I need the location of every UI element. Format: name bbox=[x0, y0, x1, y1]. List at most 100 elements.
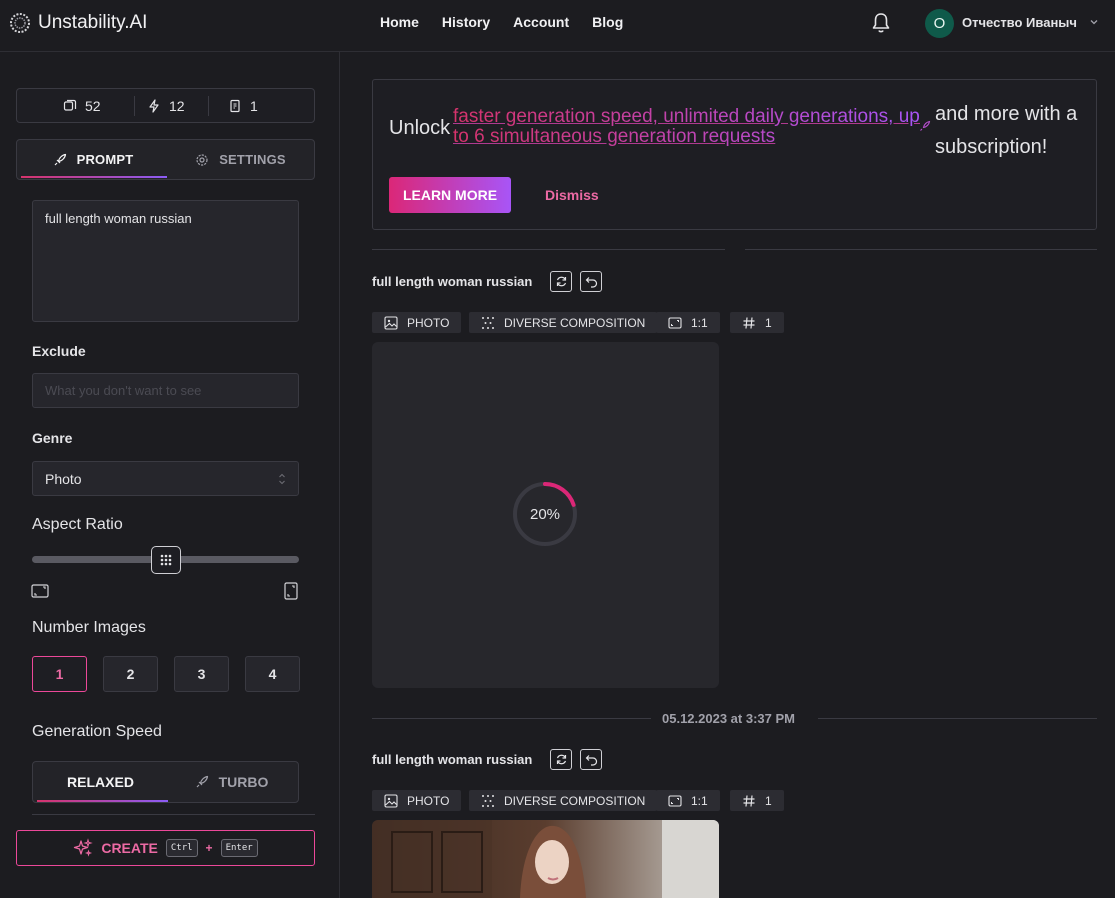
refresh-icon bbox=[556, 754, 566, 765]
speed-relaxed-label: RELAXED bbox=[67, 774, 134, 790]
logo[interactable]: Unstability.AI bbox=[8, 11, 147, 35]
stat-fast-value: 12 bbox=[169, 98, 185, 114]
prompt-textarea[interactable]: full length woman russian bbox=[32, 200, 299, 322]
speed-relaxed-option[interactable]: RELAXED bbox=[35, 762, 166, 802]
tag-style-label: DIVERSE COMPOSITION bbox=[504, 315, 646, 330]
tag-count: 1 bbox=[730, 312, 784, 333]
drag-handle-icon bbox=[160, 554, 172, 566]
stat-images: 52 bbox=[63, 98, 101, 114]
generation-speed-label: Generation Speed bbox=[32, 723, 162, 740]
regenerate-button[interactable] bbox=[550, 749, 572, 770]
number-option-2[interactable]: 2 bbox=[103, 656, 158, 692]
chevron-down-icon[interactable] bbox=[1089, 17, 1099, 27]
generation-title: full length woman russian bbox=[372, 274, 533, 289]
tag-count: 1 bbox=[730, 790, 784, 811]
notifications-bell-icon[interactable] bbox=[871, 12, 891, 34]
genre-value: Photo bbox=[45, 471, 82, 487]
scatter-dots-icon bbox=[482, 794, 494, 807]
aspect-ratio-thumb[interactable] bbox=[151, 546, 181, 574]
stat-slots: 1 bbox=[228, 98, 258, 114]
regenerate-button[interactable] bbox=[550, 271, 572, 292]
nav-account[interactable]: Account bbox=[513, 14, 569, 30]
nav-home[interactable]: Home bbox=[380, 14, 419, 30]
gear-icon bbox=[196, 153, 208, 166]
rocket-icon bbox=[54, 153, 66, 165]
number-images-label: Number Images bbox=[32, 619, 146, 636]
kbd-plus: + bbox=[205, 841, 213, 855]
aspect-ratio-icon bbox=[668, 794, 682, 807]
refresh-icon bbox=[556, 276, 566, 287]
logo-text: Unstability.AI bbox=[38, 12, 148, 33]
reuse-prompt-button[interactable] bbox=[580, 749, 602, 770]
rocket-icon bbox=[196, 775, 208, 788]
sidebar: 52 12 1 PROMPT SETTINGS full length woma… bbox=[0, 52, 340, 898]
scatter-dots-icon bbox=[482, 316, 494, 329]
tag-count-label: 1 bbox=[765, 793, 772, 808]
tag-genre: PHOTO bbox=[372, 790, 462, 811]
generated-photo-placeholder bbox=[372, 820, 719, 898]
tag-aspect-label: 1:1 bbox=[691, 793, 708, 808]
generated-image[interactable] bbox=[372, 820, 719, 898]
main-nav: Home History Account Blog bbox=[380, 14, 646, 30]
tag-style-label: DIVERSE COMPOSITION bbox=[504, 793, 646, 808]
number-option-1[interactable]: 1 bbox=[32, 656, 87, 692]
undo-icon bbox=[585, 755, 597, 766]
hash-icon bbox=[743, 794, 755, 807]
tag-style: DIVERSE COMPOSITION bbox=[469, 312, 658, 333]
stat-slots-value: 1 bbox=[250, 98, 258, 114]
exclude-label: Exclude bbox=[32, 343, 86, 359]
tag-genre: PHOTO bbox=[372, 312, 462, 333]
exclude-input[interactable] bbox=[32, 373, 299, 408]
usage-stats: 52 12 1 bbox=[16, 88, 315, 123]
kbd-ctrl: Ctrl bbox=[165, 839, 198, 857]
banner-highlight-link[interactable]: faster generation speed, unlimited daily… bbox=[453, 107, 923, 147]
tab-settings-label: SETTINGS bbox=[219, 152, 286, 167]
genre-select[interactable]: Photo bbox=[32, 461, 299, 496]
undo-icon bbox=[585, 277, 597, 288]
number-option-4[interactable]: 4 bbox=[245, 656, 300, 692]
speed-turbo-label: TURBO bbox=[218, 774, 269, 790]
generation-speed-toggle: RELAXED TURBO bbox=[32, 761, 299, 803]
portrait-ratio-icon[interactable] bbox=[282, 582, 300, 600]
hash-icon bbox=[743, 316, 755, 329]
genre-label: Genre bbox=[32, 430, 73, 446]
sparkles-icon bbox=[74, 838, 94, 857]
landscape-ratio-icon[interactable] bbox=[31, 582, 49, 600]
active-speed-indicator bbox=[37, 800, 168, 802]
speed-turbo-option[interactable]: TURBO bbox=[166, 762, 297, 802]
images-stack-icon bbox=[63, 99, 77, 111]
banner-rest-text: and more with a subscription! bbox=[935, 103, 1078, 158]
aspect-ratio-label: Aspect Ratio bbox=[32, 516, 123, 533]
subscription-banner: Unlock faster generation speed, unlimite… bbox=[372, 79, 1097, 230]
banner-unlock-text: Unlock bbox=[389, 117, 451, 139]
image-icon bbox=[384, 315, 398, 330]
username[interactable]: Отчество Иваныч bbox=[962, 15, 1077, 30]
nav-blog[interactable]: Blog bbox=[592, 14, 623, 30]
avatar[interactable]: О bbox=[925, 9, 954, 38]
tag-genre-label: PHOTO bbox=[407, 793, 450, 808]
reuse-prompt-button[interactable] bbox=[580, 271, 602, 292]
rocket-icon bbox=[920, 120, 931, 131]
number-option-3[interactable]: 3 bbox=[174, 656, 229, 692]
stat-fast: 12 bbox=[147, 98, 185, 114]
create-label: CREATE bbox=[101, 840, 158, 856]
progress-percent: 20% bbox=[529, 506, 561, 523]
nav-history[interactable]: History bbox=[442, 14, 490, 30]
tag-style: DIVERSE COMPOSITION bbox=[469, 790, 658, 811]
tab-settings[interactable]: SETTINGS bbox=[167, 140, 314, 179]
logo-icon bbox=[10, 13, 30, 33]
divider bbox=[372, 249, 725, 250]
dismiss-button[interactable]: Dismiss bbox=[545, 187, 599, 203]
queue-icon bbox=[230, 99, 240, 113]
learn-more-button[interactable]: LEARN MORE bbox=[389, 177, 511, 213]
generation-date: 05.12.2023 at 3:37 PM bbox=[662, 711, 795, 726]
stat-images-value: 52 bbox=[85, 98, 101, 114]
tab-prompt-label: PROMPT bbox=[76, 152, 134, 167]
image-icon bbox=[384, 793, 398, 808]
tag-aspect: 1:1 bbox=[656, 312, 720, 333]
generation-loading-card: 20% bbox=[372, 342, 719, 688]
tab-prompt[interactable]: PROMPT bbox=[19, 140, 167, 179]
select-arrows-icon bbox=[279, 473, 285, 485]
tag-aspect: 1:1 bbox=[656, 790, 720, 811]
create-button[interactable]: CREATE Ctrl + Enter bbox=[16, 830, 315, 866]
